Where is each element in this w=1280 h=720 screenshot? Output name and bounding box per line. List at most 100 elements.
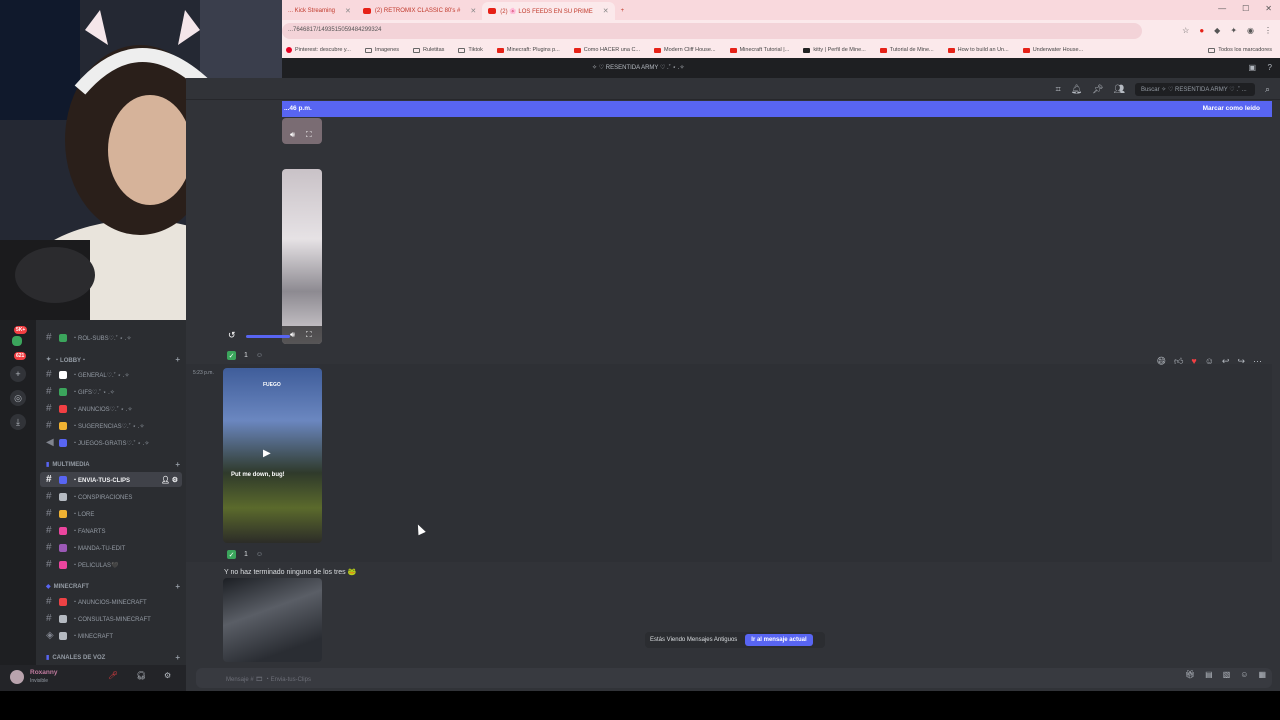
add-channel-icon[interactable]: + [175,582,180,591]
close-tab-icon[interactable]: ✕ [470,7,476,15]
all-bookmarks[interactable]: Todos los marcadores [1208,47,1272,53]
bookmark-item[interactable]: Pinterest: descubre y... [286,47,351,53]
add-reaction-icon[interactable]: ☺ [1205,356,1214,367]
close-window-icon[interactable]: ✕ [1265,4,1272,13]
download-icon[interactable]: ⤓ [10,414,26,430]
maximize-icon[interactable]: ☐ [1242,4,1249,13]
add-reaction-icon[interactable]: ☺ [256,551,263,558]
bookmark-item[interactable]: Como HACER una C... [573,47,640,53]
channel-item[interactable]: # ・PELICULAS🖤 [40,557,182,572]
jump-to-present-button[interactable]: Ir al mensaje actual [745,634,813,646]
channel-item[interactable]: # ・ANUNCIOS-MINECRAFT [40,594,182,609]
heart-icon[interactable]: ♥ [1191,356,1196,367]
gear-icon[interactable]: ⚙ [164,671,171,680]
new-tab-button[interactable]: + [615,2,631,20]
channel-item[interactable]: # ・FANARTS [40,523,182,538]
bookmark-item[interactable]: kitty | Perfil de Mine... [803,47,866,53]
fullscreen-icon[interactable]: ⛶ [306,130,312,140]
channel-item[interactable]: # ・CONSPIRACIONES [40,489,182,504]
extension-icon[interactable]: ◆ [1214,26,1220,35]
opera-icon[interactable]: ● [1199,26,1204,35]
channel-item[interactable]: # ・MANDA-TU-EDIT [40,540,182,555]
channel-item[interactable]: ◀ ・JUEGOS-GRATIS♡.˚ ⋆ .✧ [40,435,182,450]
volume-icon[interactable]: 🔊︎ [290,330,295,340]
explore-icon[interactable]: ◎ [10,390,26,406]
fullscreen-icon[interactable]: ⛶ [306,330,312,340]
more-icon[interactable]: ⋯ [1253,356,1262,367]
video-attachment[interactable] [282,169,322,344]
puzzle-icon[interactable]: ✦ [1230,26,1237,35]
menu-icon[interactable]: ⋮ [1264,26,1272,35]
bookmark-item[interactable]: Modern Cliff House... [654,47,716,53]
checkmark-reaction-icon[interactable]: ✓ [227,550,236,559]
profile-icon[interactable]: ◉ [1247,26,1254,35]
add-server-icon[interactable]: + [10,366,26,382]
help-icon[interactable]: ? [1268,63,1272,72]
threads-icon[interactable]: ⌗ [1056,84,1061,95]
invite-settings-icons[interactable]: 👤︎ ⚙ [161,476,178,484]
bookmark-item[interactable]: Minecraft Tutorial |... [729,47,789,53]
channel-item-active[interactable]: # ・ENVIA-TUS-CLIPS 👤︎ ⚙ [40,472,182,487]
bookmark-item[interactable]: Tutorial de Mine... [879,47,934,53]
video-attachment[interactable]: FUEGO ▶ Put me down, bug! [223,368,322,543]
bookmark-item[interactable]: Imagenes [364,47,399,53]
add-channel-icon[interactable]: + [175,653,180,662]
video-attachment[interactable] [223,578,322,662]
category-header[interactable]: ✦ ・LOBBY・ + [46,355,180,364]
category-header[interactable]: ◆ MINECRAFT + [46,582,180,591]
url-input[interactable]: ...7646817/1493515059484299324 [282,23,1142,39]
play-icon[interactable]: ▶ [263,448,271,459]
bookmark-item[interactable]: Tiktok [458,47,483,53]
star-icon[interactable]: ☆ [1182,26,1189,35]
gift-icon[interactable]: 🎁︎ [1185,670,1195,679]
mic-muted-icon[interactable]: 🎤︎ [108,671,118,680]
volume-icon[interactable]: 🔊︎ [290,130,295,140]
bookmark-item[interactable]: Underwater House... [1022,47,1083,53]
new-messages-banner[interactable]: ...46 p.m. Marcar como leído [282,101,1272,117]
bookmark-item[interactable]: How to build an Un... [947,47,1009,53]
close-tab-icon[interactable]: ✕ [603,7,609,15]
members-icon[interactable]: 👥︎ [1114,84,1125,95]
channel-item[interactable]: # ・CONSULTAS-MINECRAFT [40,611,182,626]
add-channel-icon[interactable]: + [175,355,180,364]
browser-tab-2[interactable]: (2) RETROMIX CLASSIC 80's # ✕ [357,2,482,20]
add-channel-icon[interactable]: + [175,460,180,469]
bell-icon[interactable]: 🔔︎ [1071,84,1082,95]
sticker-icon[interactable]: ▧ [1223,670,1231,679]
reply-icon[interactable]: ↩ [1222,356,1230,367]
channel-item[interactable]: # ・LORE [40,506,182,521]
replay-icon[interactable]: ↺ [228,330,236,341]
checkmark-reaction-icon[interactable]: ✓ [227,351,236,360]
pin-icon[interactable]: 📌︎ [1092,84,1103,95]
apps-icon[interactable]: ▦ [1258,670,1266,679]
minimize-icon[interactable]: — [1218,4,1226,13]
category-header[interactable]: ▮ CANALES DE VOZ + [46,653,180,662]
thumbs-up-icon[interactable]: 👍︎ [1174,356,1183,367]
inbox-icon[interactable]: ▣ [1248,63,1256,72]
channel-item[interactable]: # ・ROL-SUBS♡.˚ ⋆ .✧ [40,330,182,345]
browser-tab-1[interactable]: ... Kick Streaming ✕ [282,2,357,20]
search-input[interactable]: Buscar ✧ ♡ RESENTIDA ARMY ♡ .˚ ... [1134,83,1255,96]
emoji-icon[interactable]: ☺ [1240,670,1248,679]
video-attachment[interactable]: 🔊︎ ⛶ [282,118,322,144]
category-header[interactable]: ▮ MULTIMEDIA + [46,460,180,469]
close-tab-icon[interactable]: ✕ [345,7,351,15]
channel-item[interactable]: # ・ANUNCIOS♡.˚ ⋆ .✧ [40,401,182,416]
bookmark-item[interactable]: Minecraft: Plugins p... [496,47,560,53]
progress-slider[interactable] [246,335,290,338]
bookmark-item[interactable]: Ruletitas [413,47,444,53]
headphones-icon[interactable]: 🎧︎ [136,671,146,680]
channel-item[interactable]: ◈ ・MINECRAFT [40,628,182,643]
gif-icon[interactable]: ▤ [1205,670,1213,679]
browser-tab-3[interactable]: (2) 🌸 LOS FEEDS EN SU PRIME ✕ [482,2,615,20]
avatar[interactable] [10,670,24,684]
channel-item[interactable]: # ・SUGERENCIAS♡.˚ ⋆ .✧ [40,418,182,433]
channel-item[interactable]: # ・GENERAL♡.˚ ⋆ .✧ [40,367,182,382]
message-input[interactable]: Mensaje # 🎞 ・Envia-tus-Clips [196,668,1272,688]
channel-item[interactable]: # ・GIFS♡.˚ ⋆ .✧ [40,384,182,399]
server-icon[interactable] [12,336,22,346]
add-reaction-icon[interactable]: ☺ [256,352,263,359]
forward-icon[interactable]: ↪ [1237,356,1245,367]
mark-as-read-button[interactable]: Marcar como leído [1203,105,1260,112]
emoji-reaction-icon[interactable]: 😄︎ [1157,356,1166,367]
